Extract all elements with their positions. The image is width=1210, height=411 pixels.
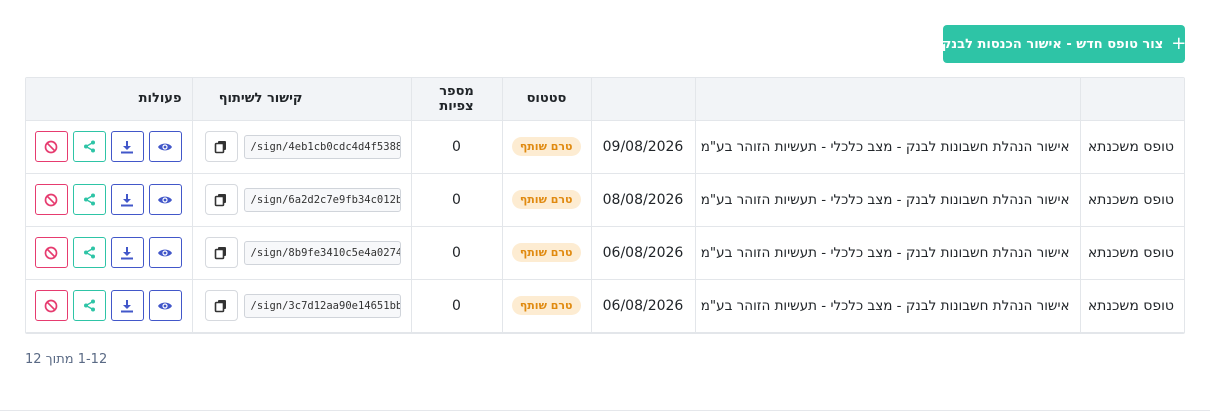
forms-table: סטטוס מספר צפיות קישור לשיתוף פעולות טופ…	[25, 77, 1185, 334]
share-button[interactable]	[72, 237, 106, 268]
cell-status: טרם שותף	[502, 119, 592, 173]
cell-share-link: /sign/8b9fe3410c5e4a0274743712a36fc74857…	[192, 225, 412, 279]
new-form-button[interactable]: + צור טופס חדש - אישור הכנסות לבנק	[941, 25, 1187, 63]
download-icon	[121, 193, 133, 206]
block-button[interactable]	[34, 237, 68, 268]
plus-icon: +	[1171, 33, 1187, 54]
header-share-link: קישור לשיתוף	[192, 78, 412, 120]
share-link-field[interactable]: /sign/3c7d12aa90e14651bb512ff9dcbe3a3ec3…	[243, 293, 401, 318]
download-icon	[121, 299, 133, 312]
copy-link-button[interactable]	[204, 237, 238, 268]
cell-share-link: /sign/6a2d2c7e9fb34c012b77f31acc135d8bc3…	[192, 172, 412, 226]
share-icon	[83, 299, 95, 312]
cell-views: 0	[411, 172, 503, 226]
cell-actions	[26, 119, 193, 173]
status-badge: טרם שותף	[511, 137, 581, 156]
share-button[interactable]	[72, 290, 106, 321]
header-description	[695, 78, 1081, 120]
share-button[interactable]	[72, 184, 106, 215]
download-button[interactable]	[110, 237, 144, 268]
header-status: סטטוס	[502, 78, 592, 120]
cell-views: 0	[411, 225, 503, 279]
cell-actions	[26, 278, 193, 333]
share-link-field[interactable]: /sign/4eb1cb0cdc4d4f538801b39ed6e7f6682/	[243, 134, 401, 159]
share-icon	[83, 193, 95, 206]
header-type	[1080, 78, 1184, 120]
cell-date: 06/08/2026	[591, 278, 696, 333]
copy-icon	[214, 299, 226, 312]
block-icon	[44, 246, 58, 259]
cell-status: טרם שותף	[502, 278, 592, 333]
block-button[interactable]	[34, 290, 68, 321]
cell-type: טופס משכנתא	[1080, 225, 1184, 279]
cell-actions	[26, 172, 193, 226]
cell-status: טרם שותף	[502, 172, 592, 226]
cell-description: אישור הנהלת חשבונות לבנק - מצב כלכלי - ת…	[695, 119, 1081, 173]
download-button[interactable]	[110, 290, 144, 321]
status-badge: טרם שותף	[511, 243, 581, 262]
table-row: טופס משכנתא אישור הנהלת חשבונות לבנק - מ…	[26, 119, 1184, 173]
status-badge: טרם שותף	[511, 190, 581, 209]
cell-description: אישור הנהלת חשבונות לבנק - מצב כלכלי - ת…	[695, 172, 1081, 226]
block-icon	[44, 299, 58, 312]
table-row: טופס משכנתא אישור הנהלת חשבונות לבנק - מ…	[26, 172, 1184, 226]
cell-actions	[26, 225, 193, 279]
table-header-row: סטטוס מספר צפיות קישור לשיתוף פעולות	[26, 78, 1184, 120]
cell-description: אישור הנהלת חשבונות לבנק - מצב כלכלי - ת…	[695, 225, 1081, 279]
cell-share-link: /sign/4eb1cb0cdc4d4f538801b39ed6e7f6682/	[192, 119, 412, 173]
copy-icon	[214, 140, 226, 153]
share-link-field[interactable]: /sign/6a2d2c7e9fb34c012b77f31acc135d8bc3…	[243, 187, 401, 212]
cell-date: 08/08/2026	[591, 172, 696, 226]
block-icon	[44, 140, 58, 153]
copy-link-button[interactable]	[204, 290, 238, 321]
block-icon	[44, 193, 58, 206]
new-form-button-label: צור טופס חדש - אישור הכנסות לבנק	[941, 36, 1164, 52]
cell-type: טופס משכנתא	[1080, 278, 1184, 333]
view-button[interactable]	[148, 237, 182, 268]
copy-icon	[214, 246, 226, 259]
cell-description: אישור הנהלת חשבונות לבנק - מצב כלכלי - ת…	[695, 278, 1081, 333]
share-icon	[83, 140, 95, 153]
header-actions: פעולות	[26, 78, 193, 120]
copy-link-button[interactable]	[204, 184, 238, 215]
block-button[interactable]	[34, 131, 68, 162]
view-button[interactable]	[148, 131, 182, 162]
view-button[interactable]	[148, 184, 182, 215]
share-button[interactable]	[72, 131, 106, 162]
download-button[interactable]	[110, 184, 144, 215]
header-date	[591, 78, 696, 120]
cell-views: 0	[411, 278, 503, 333]
cell-views: 0	[411, 119, 503, 173]
copy-link-button[interactable]	[204, 131, 238, 162]
copy-icon	[214, 193, 226, 206]
share-link-field[interactable]: /sign/8b9fe3410c5e4a0274743712a36fc74857…	[243, 240, 401, 265]
eye-icon	[158, 302, 172, 309]
pagination-info: 1-12 מתוך 12	[25, 352, 108, 367]
eye-icon	[158, 143, 172, 150]
page-frame: + צור טופס חדש - אישור הכנסות לבנק סטטוס	[0, 0, 1210, 411]
eye-icon	[158, 249, 172, 256]
cell-type: טופס משכנתא	[1080, 119, 1184, 173]
status-badge: טרם שותף	[511, 296, 581, 315]
table-row: טופס משכנתא אישור הנהלת חשבונות לבנק - מ…	[26, 278, 1184, 333]
table-row: טופס משכנתא אישור הנהלת חשבונות לבנק - מ…	[26, 225, 1184, 279]
share-icon	[83, 246, 95, 259]
download-icon	[121, 140, 133, 153]
cell-status: טרם שותף	[502, 225, 592, 279]
download-icon	[121, 246, 133, 259]
download-button[interactable]	[110, 131, 144, 162]
header-views: מספר צפיות	[411, 78, 503, 120]
cell-date: 09/08/2026	[591, 119, 696, 173]
eye-icon	[158, 196, 172, 203]
cell-date: 06/08/2026	[591, 225, 696, 279]
cell-type: טופס משכנתא	[1080, 172, 1184, 226]
view-button[interactable]	[148, 290, 182, 321]
block-button[interactable]	[34, 184, 68, 215]
cell-share-link: /sign/3c7d12aa90e14651bb512ff9dcbe3a3ec3…	[192, 278, 412, 333]
